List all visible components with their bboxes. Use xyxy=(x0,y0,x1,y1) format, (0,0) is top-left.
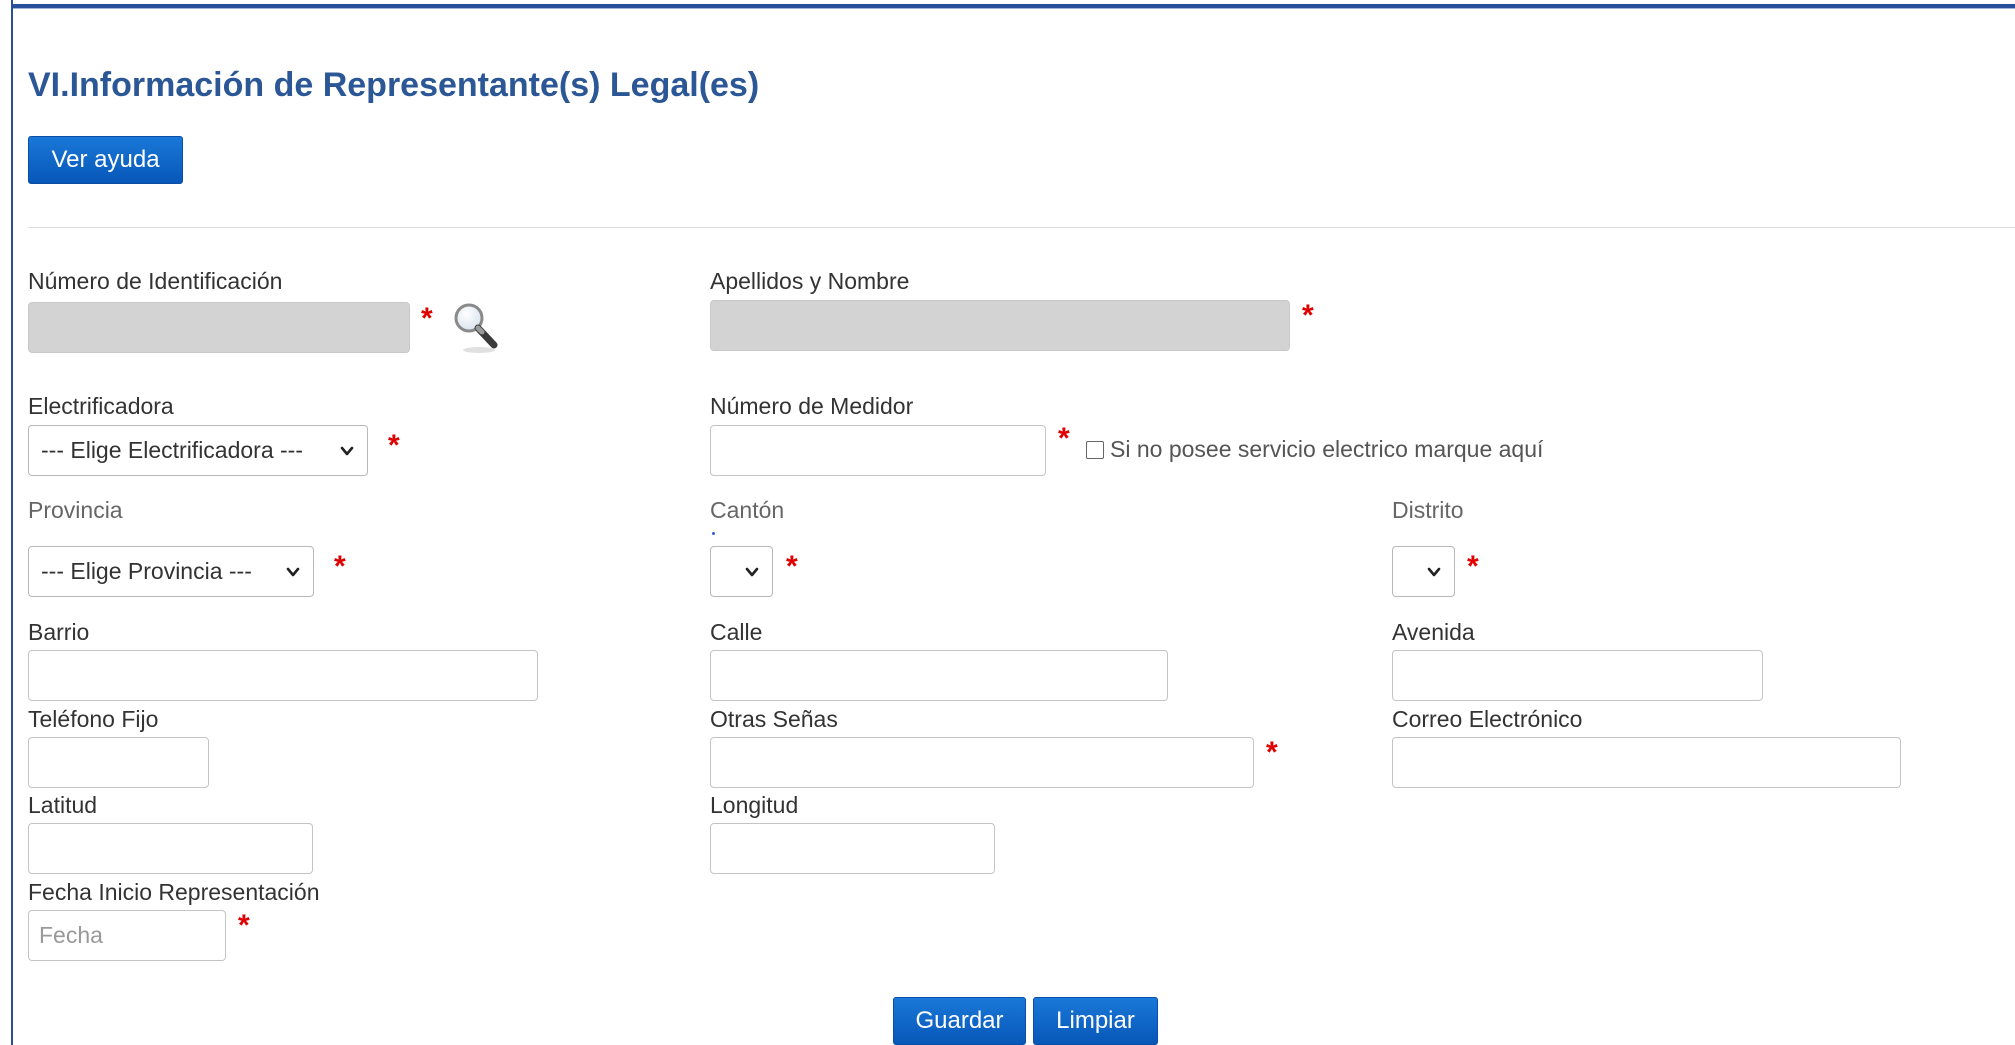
longitud-input[interactable] xyxy=(710,823,995,874)
calle-label: Calle xyxy=(710,619,763,645)
barrio-input[interactable] xyxy=(28,650,538,701)
help-button[interactable]: Ver ayuda xyxy=(28,136,183,184)
clear-button[interactable]: Limpiar xyxy=(1033,997,1158,1045)
meter-number-label: Número de Medidor xyxy=(710,393,914,419)
provincia-required-marker: * xyxy=(334,550,346,583)
correo-label: Correo Electrónico xyxy=(1392,706,1583,732)
no-service-checkbox[interactable] xyxy=(1086,440,1104,459)
canton-select[interactable] xyxy=(710,546,773,597)
otras-senas-required-marker: * xyxy=(1266,736,1278,769)
left-border xyxy=(11,0,13,1045)
meter-number-required-marker: * xyxy=(1058,422,1070,455)
distrito-required-marker: * xyxy=(1467,550,1479,583)
id-number-label: Número de Identificación xyxy=(28,268,283,294)
electrificadora-select[interactable]: --- Elige Electrificadora --- xyxy=(28,425,368,476)
distrito-label: Distrito xyxy=(1392,497,1464,523)
full-name-required-marker: * xyxy=(1302,299,1314,332)
provincia-selected-value: --- Elige Provincia --- xyxy=(41,558,252,584)
save-button[interactable]: Guardar xyxy=(893,997,1026,1045)
calle-input[interactable] xyxy=(710,650,1168,701)
avenida-input[interactable] xyxy=(1392,650,1763,701)
provincia-label: Provincia xyxy=(28,497,123,523)
fecha-inicio-input[interactable] xyxy=(28,910,226,961)
canton-required-marker: * xyxy=(786,550,798,583)
telefono-fijo-label: Teléfono Fijo xyxy=(28,706,159,732)
electrificadora-label: Electrificadora xyxy=(28,393,174,419)
longitud-label: Longitud xyxy=(710,792,799,818)
latitud-input[interactable] xyxy=(28,823,313,874)
telefono-fijo-input[interactable] xyxy=(28,737,209,788)
distrito-select[interactable] xyxy=(1392,546,1455,597)
canton-loading-dot xyxy=(712,532,715,535)
meter-number-input[interactable] xyxy=(710,425,1046,476)
chevron-down-icon xyxy=(340,446,354,455)
full-name-input[interactable] xyxy=(710,300,1290,351)
top-border xyxy=(11,4,2015,9)
no-service-checkbox-label: Si no posee servicio electrico marque aq… xyxy=(1110,436,1544,462)
otras-senas-label: Otras Señas xyxy=(710,706,838,732)
canton-label: Cantón xyxy=(710,497,785,523)
section-title: VI.Información de Representante(s) Legal… xyxy=(28,66,760,104)
avenida-label: Avenida xyxy=(1392,619,1475,645)
id-number-input[interactable] xyxy=(28,302,410,353)
representante-legal-page: VI.Información de Representante(s) Legal… xyxy=(0,0,2015,1045)
chevron-down-icon xyxy=(286,567,300,576)
barrio-label: Barrio xyxy=(28,619,90,645)
electrificadora-required-marker: * xyxy=(388,429,400,462)
full-name-label: Apellidos y Nombre xyxy=(710,268,910,294)
latitud-label: Latitud xyxy=(28,792,98,818)
otras-senas-input[interactable] xyxy=(710,737,1254,788)
fecha-inicio-label: Fecha Inicio Representación xyxy=(28,879,320,905)
correo-input[interactable] xyxy=(1392,737,1901,788)
no-service-option[interactable]: Si no posee servicio electrico marque aq… xyxy=(1086,436,1543,463)
chevron-down-icon xyxy=(745,567,759,576)
section-divider xyxy=(28,227,2015,228)
search-icon[interactable] xyxy=(451,300,501,356)
electrificadora-selected-value: --- Elige Electrificadora --- xyxy=(41,437,303,463)
fecha-inicio-required-marker: * xyxy=(238,909,250,942)
id-number-required-marker: * xyxy=(421,302,433,335)
chevron-down-icon xyxy=(1427,567,1441,576)
provincia-select[interactable]: --- Elige Provincia --- xyxy=(28,546,314,597)
